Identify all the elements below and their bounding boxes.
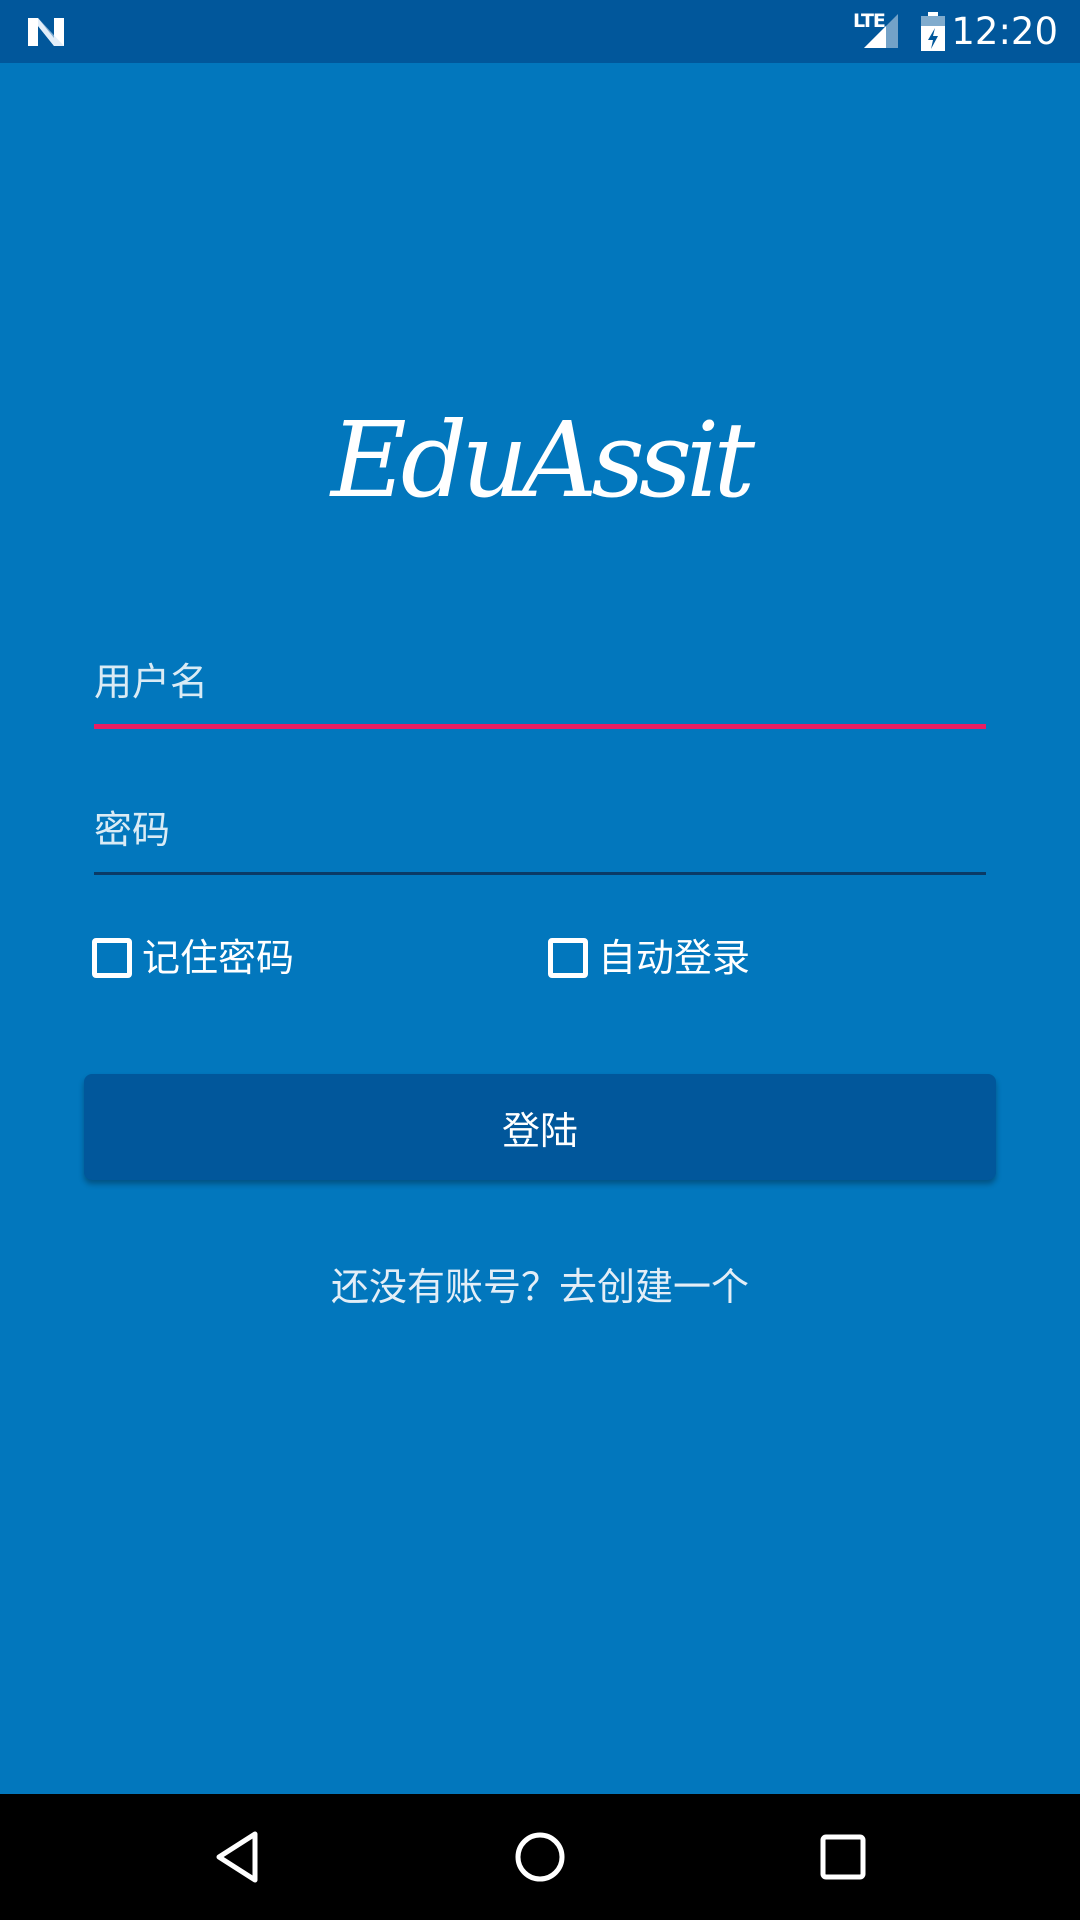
status-bar: LTE 12:20 [0,0,1080,63]
recents-button[interactable] [763,1794,923,1920]
remember-password-box[interactable] [92,938,132,978]
password-input[interactable] [94,800,986,860]
home-button[interactable] [460,1794,620,1920]
remember-password-checkbox[interactable]: 记住密码 [92,934,294,982]
notification-n-icon [28,18,64,46]
navigation-bar [0,1794,1080,1920]
username-field [94,652,986,729]
auto-login-checkbox[interactable]: 自动登录 [548,934,750,982]
remember-password-label: 记住密码 [142,936,295,980]
register-link[interactable]: 还没有账号？去创建一个 [0,1262,1080,1312]
password-underline [94,872,986,875]
username-underline [94,724,986,729]
home-icon [515,1832,565,1882]
signal-icon [864,14,898,48]
status-clock: 12:20 [951,10,1058,53]
recents-icon [820,1834,866,1880]
battery-icon [921,12,945,51]
login-button[interactable]: 登陆 [84,1074,996,1180]
app-logo: EduAssit [330,399,755,521]
username-input[interactable] [94,652,986,712]
login-screen: LTE 12:20 EduAssit 记住密码 自动登录 登陆 还没有 [0,0,1080,1920]
auto-login-label: 自动登录 [598,936,751,980]
auto-login-box[interactable] [548,938,588,978]
back-icon [216,1831,258,1883]
back-button[interactable] [157,1794,317,1920]
password-field [94,800,986,875]
